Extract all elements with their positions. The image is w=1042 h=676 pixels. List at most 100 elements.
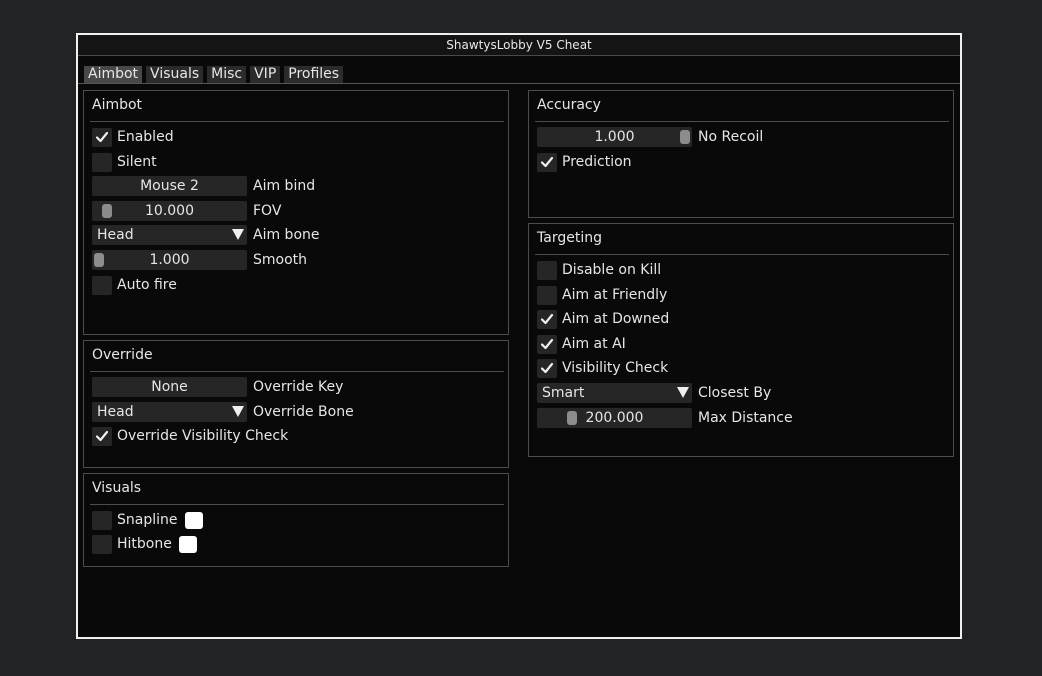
closest-by-dropdown[interactable]: Smart [537,383,692,403]
checkmark-icon [540,362,554,374]
checkmark-icon [95,131,109,143]
override-key-row: None Override Key [92,377,343,397]
tab-divider [78,83,960,84]
tab-visuals[interactable]: Visuals [146,66,204,83]
panel-divider [90,504,504,505]
aimbot-panel-title: Aimbot [92,97,143,113]
smooth-label: Smooth [253,252,308,268]
disable-on-kill-checkbox[interactable] [537,260,557,280]
aim-downed-checkbox[interactable] [537,309,557,329]
hitbone-color-swatch[interactable] [178,535,197,553]
aim-downed-row: Aim at Downed [537,309,669,329]
aim-ai-label: Aim at AI [562,336,626,352]
smooth-slider[interactable]: 1.000 [92,250,247,270]
aim-ai-checkbox[interactable] [537,334,557,354]
accuracy-panel: Accuracy 1.000 No Recoil Prediction [528,90,954,218]
max-distance-slider[interactable]: 200.000 [537,408,692,428]
fov-slider[interactable]: 10.000 [92,201,247,221]
silent-row: Silent [92,152,157,172]
aim-bind-label: Aim bind [253,178,316,194]
accuracy-panel-title: Accuracy [537,97,601,113]
override-visibility-checkbox[interactable] [92,426,112,446]
tab-misc[interactable]: Misc [207,66,247,83]
max-distance-label: Max Distance [698,410,793,426]
silent-label: Silent [117,154,157,170]
enabled-checkbox[interactable] [92,127,112,147]
aim-bone-dropdown[interactable]: Head [92,225,247,245]
smooth-value: 1.000 [149,252,190,268]
tab-vip[interactable]: VIP [250,66,281,83]
override-panel: Override None Override Key Head Override… [83,340,509,468]
aim-bind-value: Mouse 2 [140,178,199,194]
closest-by-label: Closest By [698,385,772,401]
max-distance-value: 200.000 [585,410,644,426]
aim-bone-row: Head Aim bone [92,225,320,245]
visuals-panel: Visuals Snapline Hitbone [83,473,509,567]
targeting-panel: Targeting Disable on Kill Aim at Friendl… [528,223,954,457]
snapline-row: Snapline [92,510,203,530]
checkmark-icon [540,338,554,350]
closest-by-value: Smart [542,385,585,401]
window-title: ShawtysLobby V5 Cheat [78,35,960,56]
panel-divider [535,254,949,255]
checkmark-icon [540,156,554,168]
snapline-checkbox[interactable] [92,510,112,530]
auto-fire-checkbox[interactable] [92,275,112,295]
aim-downed-label: Aim at Downed [562,311,670,327]
checkmark-icon [95,430,109,442]
panel-divider [90,121,504,122]
hitbone-row: Hitbone [92,534,197,554]
visuals-panel-title: Visuals [92,480,142,496]
no-recoil-label: No Recoil [698,129,764,145]
dropdown-arrow-icon [232,229,244,240]
override-key-value: None [151,379,188,395]
visibility-check-row: Visibility Check [537,358,668,378]
override-key-label: Override Key [253,379,344,395]
aim-bone-label: Aim bone [253,227,320,243]
dropdown-arrow-icon [232,406,244,417]
aim-friendly-row: Aim at Friendly [537,285,667,305]
fov-row: 10.000 FOV [92,201,281,221]
visibility-check-checkbox[interactable] [537,358,557,378]
override-bone-label: Override Bone [253,404,354,420]
aim-friendly-label: Aim at Friendly [562,287,668,303]
enabled-row: Enabled [92,127,174,147]
panel-divider [535,121,949,122]
override-bone-dropdown[interactable]: Head [92,402,247,422]
visibility-check-label: Visibility Check [562,360,669,376]
override-visibility-label: Override Visibility Check [117,428,289,444]
tab-aimbot[interactable]: Aimbot [84,66,143,83]
prediction-checkbox[interactable] [537,152,557,172]
fov-value: 10.000 [145,203,194,219]
checkmark-icon [540,313,554,325]
override-key-button[interactable]: None [92,377,247,397]
tab-profiles[interactable]: Profiles [284,66,344,83]
no-recoil-value: 1.000 [594,129,635,145]
aim-bind-button[interactable]: Mouse 2 [92,176,247,196]
targeting-panel-title: Targeting [537,230,602,246]
fov-label: FOV [253,203,282,219]
cheat-window: ShawtysLobby V5 Cheat Aimbot Visuals Mis… [76,33,962,639]
aimbot-panel: Aimbot Enabled Silent Mouse 2 Aim bind 1… [83,90,509,335]
override-visibility-row: Override Visibility Check [92,426,288,446]
panel-divider [90,371,504,372]
no-recoil-row: 1.000 No Recoil [537,127,763,147]
smooth-row: 1.000 Smooth [92,250,307,270]
aim-friendly-checkbox[interactable] [537,285,557,305]
aim-bind-row: Mouse 2 Aim bind [92,176,315,196]
closest-by-row: Smart Closest By [537,383,771,403]
silent-checkbox[interactable] [92,152,112,172]
tab-bar: Aimbot Visuals Misc VIP Profiles [84,66,344,83]
max-distance-row: 200.000 Max Distance [537,408,793,428]
snapline-label: Snapline [117,512,178,528]
hitbone-checkbox[interactable] [92,534,112,554]
dropdown-arrow-icon [677,387,689,398]
auto-fire-row: Auto fire [92,275,177,295]
prediction-label: Prediction [562,154,632,170]
override-panel-title: Override [92,347,153,363]
override-bone-value: Head [97,404,134,420]
auto-fire-label: Auto fire [117,277,177,293]
no-recoil-slider[interactable]: 1.000 [537,127,692,147]
snapline-color-swatch[interactable] [184,511,203,529]
disable-on-kill-row: Disable on Kill [537,260,661,280]
